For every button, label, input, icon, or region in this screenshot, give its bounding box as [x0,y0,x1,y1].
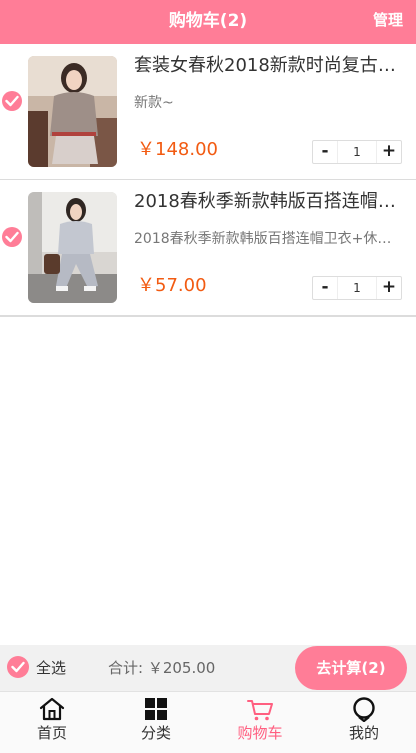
tab-label: 我的 [348,724,379,742]
product-description: 2018春秋季新款韩版百搭连帽卫衣+休闲裤 [134,231,402,247]
cart-icon [247,700,273,721]
tab-label: 首页 [36,724,67,742]
product-name[interactable]: 套装女春秋2018新款时尚复古两件套 [134,54,396,78]
cart-item: 套装女春秋2018新款时尚复古两件套 新款~ ￥148.00 - 1 + [0,44,416,181]
checkout-bar: 全选 合计: ￥205.00 去计算(2) [0,645,416,691]
tab-label: 分类 [140,724,171,742]
cart-page: 购物车(2) 管理 套装女春秋2018新款时尚复古两件套 新款~ ￥148.00 [0,0,416,753]
select-all-label[interactable]: 全选 [36,657,66,679]
user-icon [353,697,375,722]
home-icon [39,697,65,721]
tab-profile[interactable]: 我的 [312,692,416,753]
total-amount: 合计: ￥205.00 [108,659,216,677]
quantity-stepper: - 1 + [312,276,402,300]
checkmark-icon [5,95,19,107]
product-price: ￥57.00 [137,275,207,296]
tab-cart[interactable]: 购物车 [208,692,312,753]
item-checkbox[interactable] [2,91,22,111]
product-photo-outfit [28,56,117,167]
quantity-value[interactable]: 1 [337,141,377,163]
tab-category[interactable]: 分类 [104,692,208,753]
manage-button[interactable]: 管理 [373,0,403,40]
page-title: 购物车(2) [168,11,248,31]
product-price: ￥148.00 [137,139,218,160]
product-description: 新款~ [134,95,174,111]
decrease-button[interactable]: - [313,277,337,299]
checkmark-icon [11,661,25,673]
increase-button[interactable]: + [377,277,401,299]
item-checkbox[interactable] [2,227,22,247]
cart-item: 2018春秋季新款韩版百搭连帽卫衣+休闲裤 2018春秋季新款韩版百搭连帽卫衣+… [0,180,416,317]
quantity-value[interactable]: 1 [337,277,377,299]
bottom-tab-bar: 首页 分类 购物车 我的 [0,691,416,753]
tab-home[interactable]: 首页 [0,692,104,753]
product-name[interactable]: 2018春秋季新款韩版百搭连帽卫衣+休闲裤 [134,190,396,214]
quantity-stepper: - 1 + [312,140,402,164]
checkout-button[interactable]: 去计算(2) [295,646,407,690]
product-photo-outfit [28,192,117,303]
header-bar: 购物车(2) 管理 [0,0,416,44]
grid-icon [145,698,167,720]
product-image[interactable] [28,192,117,303]
product-image[interactable] [28,56,117,167]
select-all-checkbox[interactable] [7,656,29,678]
increase-button[interactable]: + [377,141,401,163]
checkmark-icon [5,231,19,243]
decrease-button[interactable]: - [313,141,337,163]
tab-label: 购物车 [237,724,283,742]
